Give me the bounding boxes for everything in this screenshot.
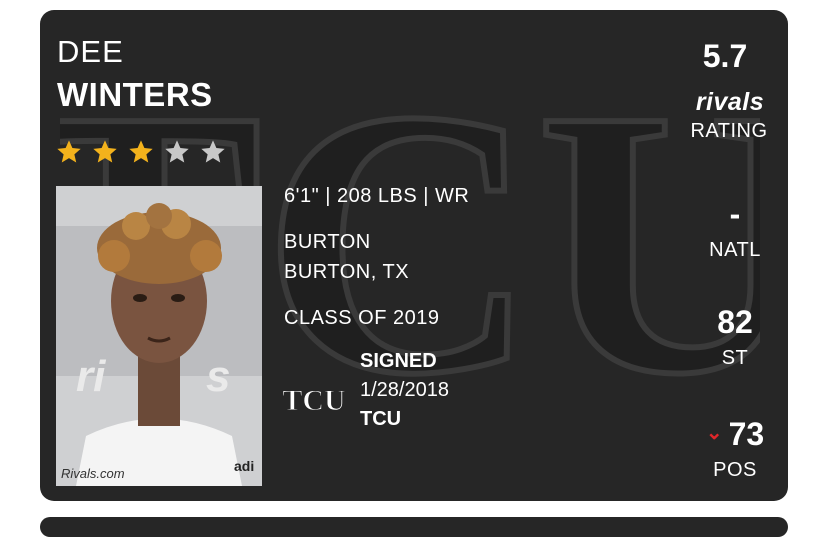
svg-text:TCU: TCU: [282, 384, 345, 417]
player-measurables: 6'1" | 208 LBS | WR: [284, 185, 470, 207]
star-filled-icon: [57, 140, 81, 163]
player-class: CLASS OF 2019: [284, 307, 440, 329]
star-empty-icon: [201, 140, 225, 163]
player-high-school: BURTON: [284, 231, 371, 253]
commitment-info: SIGNED 1/28/2018 TCU: [360, 350, 449, 431]
svg-text:adi: adi: [234, 458, 254, 474]
photo-credit: Rivals.com: [61, 466, 125, 481]
position-rank-value: 73: [728, 416, 765, 452]
natl-rank-value: -: [729, 196, 741, 232]
player-hometown: BURTON, TX: [284, 261, 410, 283]
star-filled-icon: [93, 140, 117, 163]
player-photo: ri s adi Rivals.com: [56, 186, 262, 486]
state-rank: 82 ST: [690, 304, 780, 370]
tcu-logo[interactable]: TCU: [282, 378, 346, 418]
natl-rank: - NATL: [690, 196, 780, 262]
state-rank-value: 82: [717, 304, 753, 340]
position-rank: ⌄ 73 POS: [680, 416, 788, 482]
rating-value: 5.7: [702, 38, 748, 74]
rivals-brand: rivals: [670, 88, 788, 117]
svg-text:ri: ri: [76, 352, 106, 401]
player-last-name: WINTERS: [57, 76, 213, 113]
player-first-name: DEE: [57, 34, 124, 69]
commitment-status: SIGNED: [360, 350, 437, 372]
position-rank-value-row: ⌄ 73: [680, 416, 788, 453]
player-portrait: ri s adi: [56, 186, 262, 486]
commitment-school[interactable]: TCU: [360, 408, 449, 431]
player-card[interactable]: TCU DEE WINTERS ri s adi Rivals.com 6'1"…: [40, 10, 788, 501]
rivals-logo: rivals: [695, 88, 765, 116]
star-filled-icon: [129, 140, 153, 163]
natl-rank-label: NATL: [709, 239, 761, 261]
rating-label-block: RATING: [670, 120, 788, 143]
chevron-down-icon: ⌄: [705, 422, 723, 444]
rating-block: 5.7: [680, 38, 770, 75]
rating-label: RATING: [690, 120, 768, 142]
star-rating: [55, 138, 227, 166]
svg-text:s: s: [206, 352, 230, 401]
commitment-date: 1/28/2018: [360, 379, 449, 401]
star-empty-icon: [165, 140, 189, 163]
next-player-card[interactable]: [40, 517, 788, 537]
position-rank-label: POS: [713, 459, 757, 481]
state-rank-label: ST: [721, 347, 749, 369]
